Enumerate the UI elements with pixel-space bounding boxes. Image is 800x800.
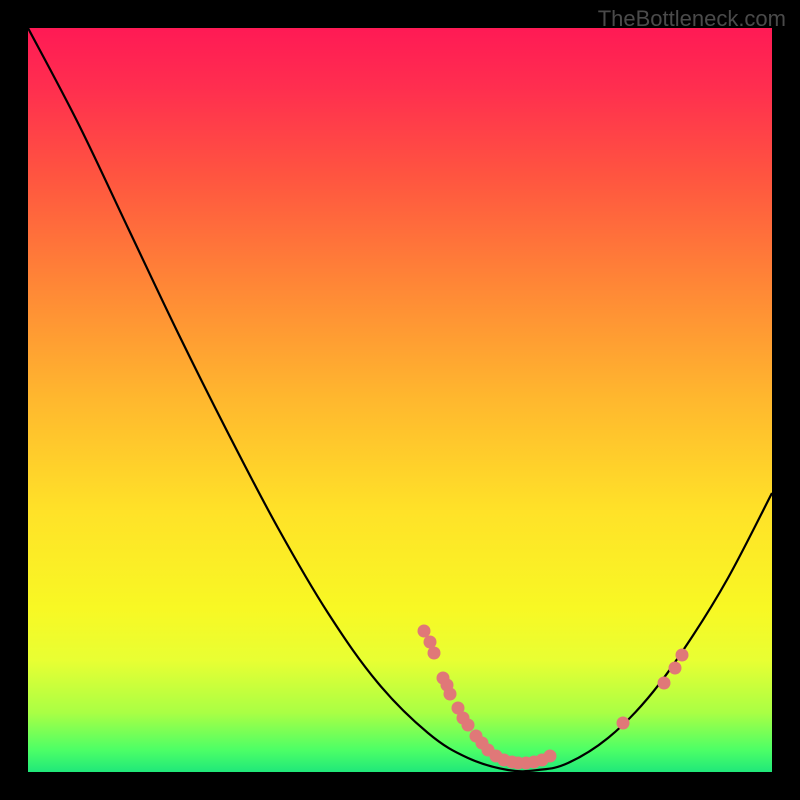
data-point (676, 649, 689, 662)
chart-svg (28, 28, 772, 772)
data-point (617, 717, 630, 730)
watermark-text: TheBottleneck.com (598, 6, 786, 32)
data-point (418, 625, 431, 638)
data-point (669, 662, 682, 675)
bottleneck-curve (28, 28, 772, 771)
data-point (428, 647, 441, 660)
plot-area (28, 28, 772, 772)
data-point (462, 719, 475, 732)
data-point (544, 750, 557, 763)
data-point (658, 677, 671, 690)
data-point (444, 688, 457, 701)
